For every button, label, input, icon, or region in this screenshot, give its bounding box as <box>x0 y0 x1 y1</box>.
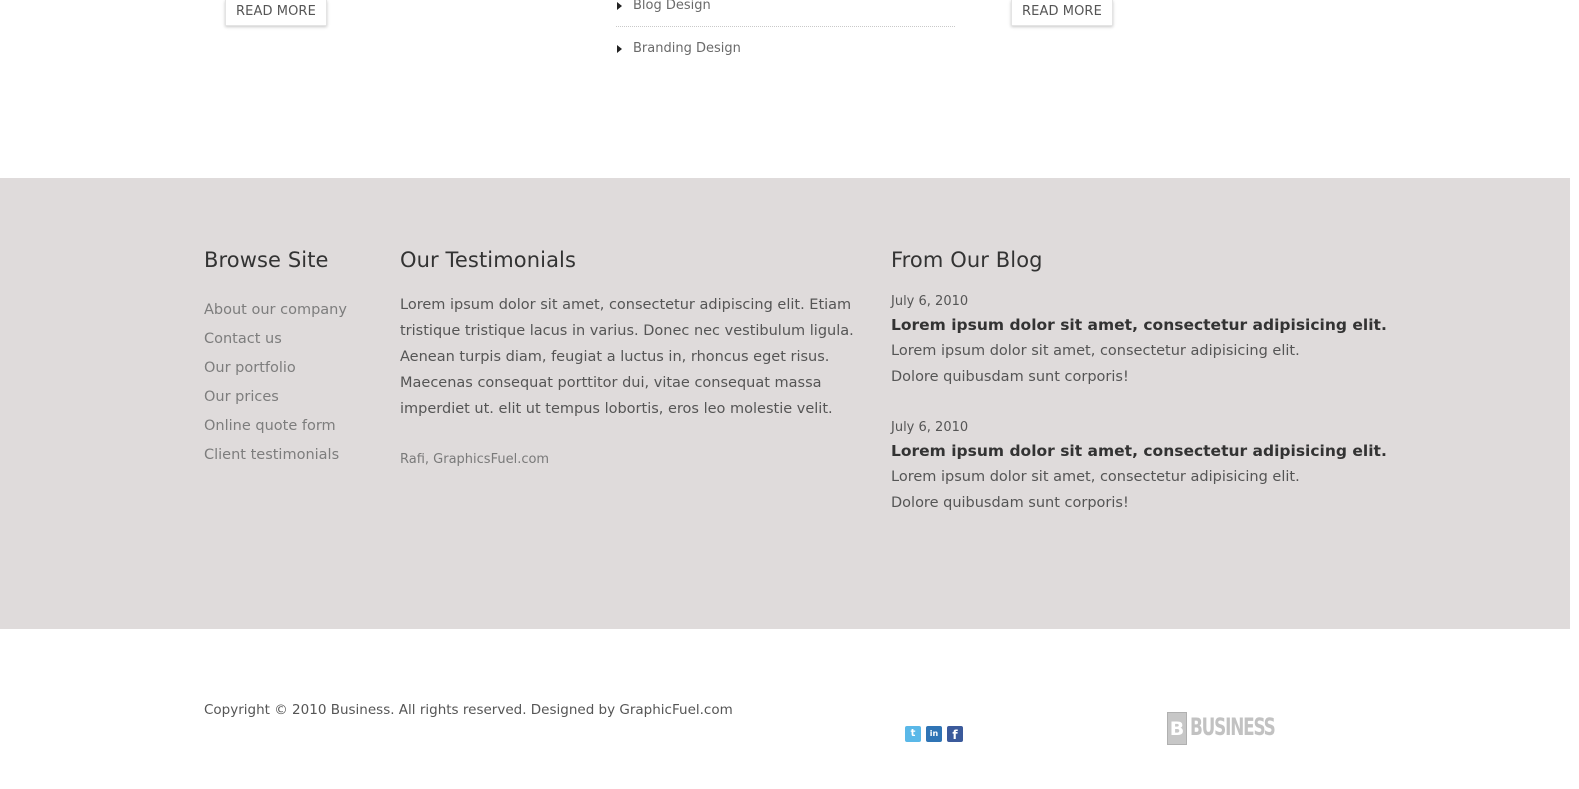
service-item-label: Blog Design <box>633 0 711 13</box>
footer-widgets: Browse Site About our company Contact us… <box>0 178 1570 629</box>
service-item-branding-design[interactable]: Branding Design <box>616 41 955 56</box>
blog-post: July 6, 2010 Lorem ipsum dolor sit amet,… <box>891 293 1387 390</box>
testimonial-author: Rafi, GraphicsFuel.com <box>400 452 550 467</box>
blog-post-title[interactable]: Lorem ipsum dolor sit amet, consectetur … <box>891 440 1387 463</box>
footer-link-testimonials[interactable]: Client testimonials <box>204 441 347 470</box>
testimonials-heading: Our Testimonials <box>400 248 577 272</box>
blog-post-title[interactable]: Lorem ipsum dolor sit amet, consectetur … <box>891 314 1387 337</box>
page: READ MORE Blog Design Branding Design RE… <box>0 0 1579 789</box>
read-more-button-right[interactable]: READ MORE <box>1011 0 1113 26</box>
service-list: Blog Design Branding Design <box>616 0 955 56</box>
blog-post: July 6, 2010 Lorem ipsum dolor sit amet,… <box>891 419 1387 516</box>
footer-link-about[interactable]: About our company <box>204 296 347 325</box>
blog-post-excerpt: Lorem ipsum dolor sit amet, consectetur … <box>891 343 1300 385</box>
footer-link-quote[interactable]: Online quote form <box>204 412 347 441</box>
footer-link-contact[interactable]: Contact us <box>204 325 347 354</box>
business-logo[interactable]: B BUSINESS <box>1167 712 1287 749</box>
facebook-icon[interactable]: f <box>947 726 963 742</box>
testimonial-text: Lorem ipsum dolor sit amet, consectetur … <box>400 297 854 417</box>
logo-mark: B <box>1167 712 1187 745</box>
blog-post-date: July 6, 2010 <box>891 420 969 435</box>
logo-text: BUSINESS <box>1190 713 1276 741</box>
service-item-blog-design[interactable]: Blog Design <box>616 0 955 27</box>
blog-post-date: July 6, 2010 <box>891 294 969 309</box>
footer-link-portfolio[interactable]: Our portfolio <box>204 354 347 383</box>
copyright-text: Copyright © 2010 Business. All rights re… <box>204 702 733 718</box>
twitter-icon[interactable]: t <box>905 726 921 742</box>
browse-site-links: About our company Contact us Our portfol… <box>204 296 347 470</box>
triangle-right-icon <box>617 45 622 53</box>
footer-link-prices[interactable]: Our prices <box>204 383 347 412</box>
services-section: READ MORE Blog Design Branding Design RE… <box>0 0 1579 178</box>
linkedin-icon[interactable]: in <box>926 726 942 742</box>
browse-site-heading: Browse Site <box>204 248 329 272</box>
read-more-button-left[interactable]: READ MORE <box>225 0 327 26</box>
blog-heading: From Our Blog <box>891 248 1043 272</box>
triangle-right-icon <box>617 2 622 10</box>
service-item-label: Branding Design <box>633 41 741 56</box>
blog-post-excerpt: Lorem ipsum dolor sit amet, consectetur … <box>891 469 1300 511</box>
